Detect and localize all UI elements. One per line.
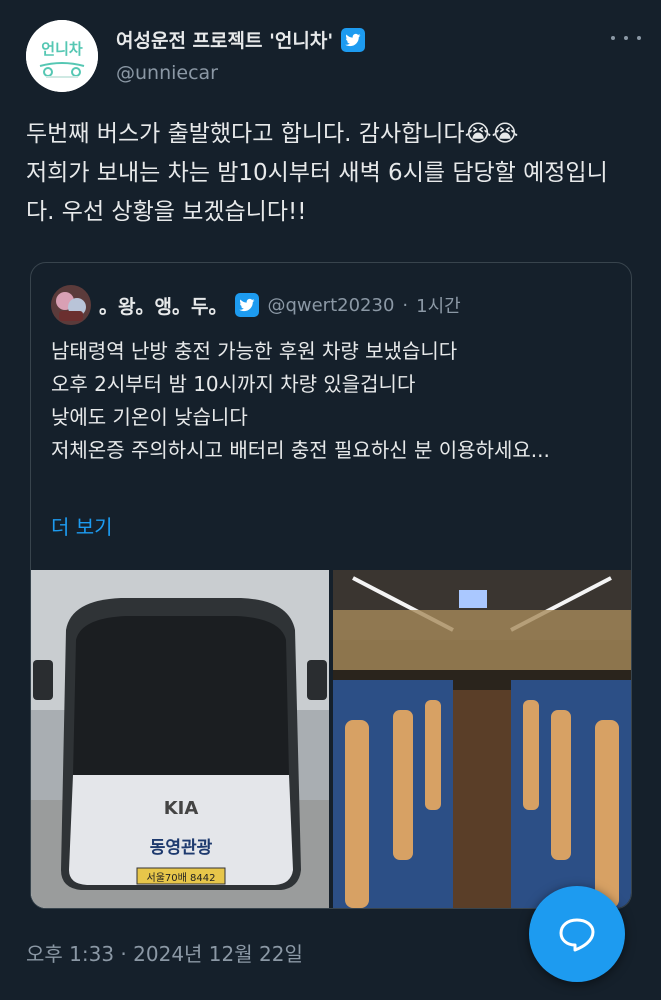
show-more-link[interactable]: 더 보기 (51, 511, 113, 540)
quote-text: 남태령역 난방 충전 가능한 후원 차량 보냈습니다 오후 2시부터 밤 10시… (51, 339, 550, 462)
avatar[interactable]: 언니차 (26, 20, 98, 92)
bus-brand-text: KIA (164, 798, 199, 819)
tweet-timestamp[interactable]: 오후 1:33 · 2024년 12월 22일 (26, 938, 303, 967)
bus-plate-text: 서울70배 8442 (147, 872, 216, 884)
quote-display-name[interactable]: 。왕。앵。두。 (99, 292, 227, 319)
separator-dot: · (402, 294, 409, 316)
quote-avatar[interactable] (51, 285, 91, 325)
quote-time[interactable]: 1시간 (416, 292, 461, 318)
tweet-text: 두번째 버스가 출발했다고 합니다. 감사합니다😭😭 저희가 보내는 차는 밤1… (26, 121, 608, 225)
bus-exterior-image[interactable]: KIA 동영관광 서울70배 8442 (31, 570, 329, 908)
bus-interior-image[interactable] (333, 570, 631, 908)
more-dots-icon[interactable] (611, 28, 641, 48)
speech-bubble-icon (559, 918, 595, 952)
quote-handle[interactable]: @qwert20230 (267, 295, 394, 316)
verified-badge-icon (235, 293, 260, 317)
compose-button[interactable] (529, 886, 625, 982)
quoted-tweet[interactable]: 。왕。앵。두。 @qwert20230 · 1시간 남태령역 난방 충전 가능한… (30, 262, 632, 909)
avatar-logo: 언니차 (26, 20, 98, 92)
author-handle[interactable]: @unniecar (116, 62, 218, 84)
author-display-name[interactable]: 여성운전 프로젝트 '언니차' (116, 26, 333, 53)
bus-company-text: 동영관광 (150, 838, 213, 858)
verified-badge-icon (341, 27, 366, 52)
tweet-header: 언니차 여성운전 프로젝트 '언니차' @unniecar (26, 18, 641, 92)
avatar-text: 언니차 (41, 40, 83, 58)
